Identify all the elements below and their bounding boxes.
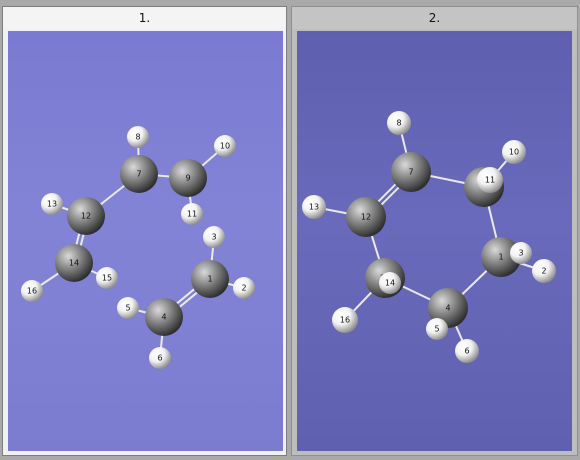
atom-13[interactable]: 13 <box>302 195 326 219</box>
atom-label: 6 <box>157 354 162 363</box>
molecule-view-1[interactable]: 12345678910111213141516 <box>8 31 283 451</box>
atom-3[interactable]: 3 <box>203 226 225 248</box>
window-title-2: 2. <box>292 7 577 29</box>
atom-label: 1 <box>498 253 503 262</box>
atom-15[interactable]: 15 <box>96 267 118 289</box>
atom-label: 3 <box>211 233 216 242</box>
atom-label: 4 <box>161 313 166 322</box>
atom-label: 16 <box>27 287 37 296</box>
atom-11[interactable]: 11 <box>181 203 203 225</box>
atom-10[interactable]: 10 <box>214 135 236 157</box>
atom-7[interactable]: 7 <box>391 152 431 192</box>
atom-label: 7 <box>408 168 413 177</box>
atom-5[interactable]: 5 <box>117 297 139 319</box>
atom-label: 7 <box>136 170 141 179</box>
atom-label: 10 <box>220 142 230 151</box>
atom-label: 12 <box>81 212 91 221</box>
atom-label: 5 <box>434 325 439 334</box>
molecule-window-2: 2. 12345678910111213151614 <box>291 6 578 456</box>
molecule-viewport-1[interactable]: 1 2 3 4 5 6 7 8 9 10 11 12 13 14 15 16 <box>8 31 283 451</box>
atom-2[interactable]: 2 <box>233 277 255 299</box>
atom-label: 2 <box>541 267 546 276</box>
atom-7[interactable]: 7 <box>120 155 158 193</box>
atom-label: 15 <box>102 274 112 283</box>
atom-16[interactable]: 16 <box>332 307 358 333</box>
atom-label: 14 <box>69 259 79 268</box>
molecule-view-2[interactable]: 12345678910111213151614 <box>297 31 572 451</box>
atom-2[interactable]: 2 <box>532 259 556 283</box>
atom-8[interactable]: 8 <box>127 126 149 148</box>
atom-label: 8 <box>135 133 140 142</box>
atom-label: 4 <box>445 304 450 313</box>
atom-label: 13 <box>47 200 57 209</box>
atom-label: 9 <box>185 174 190 183</box>
atom-label: 16 <box>340 316 350 325</box>
atom-11[interactable]: 11 <box>477 167 503 193</box>
atom-14[interactable]: 14 <box>55 244 93 282</box>
atom-9[interactable]: 9 <box>169 159 207 197</box>
atom-label: 2 <box>241 284 246 293</box>
atom-8[interactable]: 8 <box>387 111 411 135</box>
atom-4[interactable]: 4 <box>145 298 183 336</box>
molecule-window-1: 1. 1 2 3 4 5 6 7 8 9 10 11 12 13 14 15 16 <box>2 6 287 456</box>
atom-6[interactable]: 6 <box>455 339 479 363</box>
atom-label: 5 <box>125 304 130 313</box>
atom-label: 12 <box>361 213 371 222</box>
atom-13[interactable]: 13 <box>41 193 63 215</box>
atom-16[interactable]: 16 <box>21 280 43 302</box>
atom-12[interactable]: 12 <box>67 197 105 235</box>
atom-label: 13 <box>309 203 319 212</box>
atom-14[interactable]: 14 <box>379 272 401 294</box>
atom-12[interactable]: 12 <box>346 197 386 237</box>
atom-3[interactable]: 3 <box>510 242 532 264</box>
atom-10[interactable]: 10 <box>502 140 526 164</box>
atom-1[interactable]: 1 <box>191 260 229 298</box>
window-title-1: 1. <box>3 7 286 29</box>
atom-label: 8 <box>396 119 401 128</box>
atom-label: 11 <box>187 210 197 219</box>
atom-label: 14 <box>385 279 395 288</box>
atom-label: 1 <box>207 275 212 284</box>
molecule-viewport-2[interactable]: 12345678910111213151614 <box>297 31 572 451</box>
atom-label: 6 <box>464 347 469 356</box>
atom-6[interactable]: 6 <box>149 347 171 369</box>
atom-5[interactable]: 5 <box>426 318 448 340</box>
atom-label: 11 <box>485 176 495 185</box>
atom-label: 10 <box>509 148 519 157</box>
atom-label: 3 <box>518 249 523 258</box>
